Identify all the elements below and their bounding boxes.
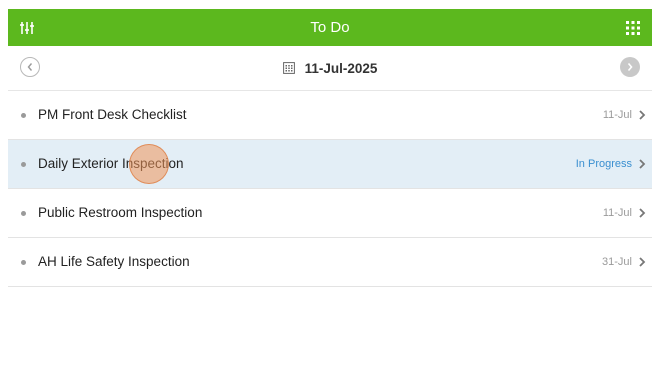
calendar-icon xyxy=(282,62,295,74)
task-date: 11-Jul xyxy=(602,109,632,121)
grid-menu-icon[interactable] xyxy=(624,19,642,37)
task-date: 31-Jul xyxy=(602,256,632,268)
app-frame: To Do 11-Jul-2025 PM Front Desk Checklis… xyxy=(0,0,652,368)
next-date-button[interactable] xyxy=(620,57,640,77)
task-row[interactable]: Daily Exterior Inspection In Progress xyxy=(8,140,652,189)
task-row[interactable]: AH Life Safety Inspection 31-Jul xyxy=(8,238,652,287)
header-bar: To Do xyxy=(8,9,652,46)
bullet-icon xyxy=(21,162,26,167)
bullet-icon xyxy=(21,211,26,216)
touch-indicator xyxy=(129,144,169,184)
page-title: To Do xyxy=(310,19,350,36)
date-navigator: 11-Jul-2025 xyxy=(8,46,652,91)
task-title: PM Front Desk Checklist xyxy=(38,107,187,122)
current-date[interactable]: 11-Jul-2025 xyxy=(8,46,652,90)
bullet-icon xyxy=(21,113,26,118)
task-title: Public Restroom Inspection xyxy=(38,205,203,220)
chevron-right-icon xyxy=(639,110,646,120)
task-status: In Progress xyxy=(575,158,632,170)
task-row[interactable]: PM Front Desk Checklist 11-Jul xyxy=(8,91,652,140)
chevron-right-icon xyxy=(639,257,646,267)
date-label: 11-Jul-2025 xyxy=(304,60,378,76)
bullet-icon xyxy=(21,260,26,265)
task-list: PM Front Desk Checklist 11-Jul Daily Ext… xyxy=(8,91,652,287)
task-date: 11-Jul xyxy=(602,207,632,219)
chevron-right-icon xyxy=(639,208,646,218)
task-row[interactable]: Public Restroom Inspection 11-Jul xyxy=(8,189,652,238)
chevron-right-icon xyxy=(627,62,633,72)
task-title: AH Life Safety Inspection xyxy=(38,254,190,269)
chevron-right-icon xyxy=(639,159,646,169)
